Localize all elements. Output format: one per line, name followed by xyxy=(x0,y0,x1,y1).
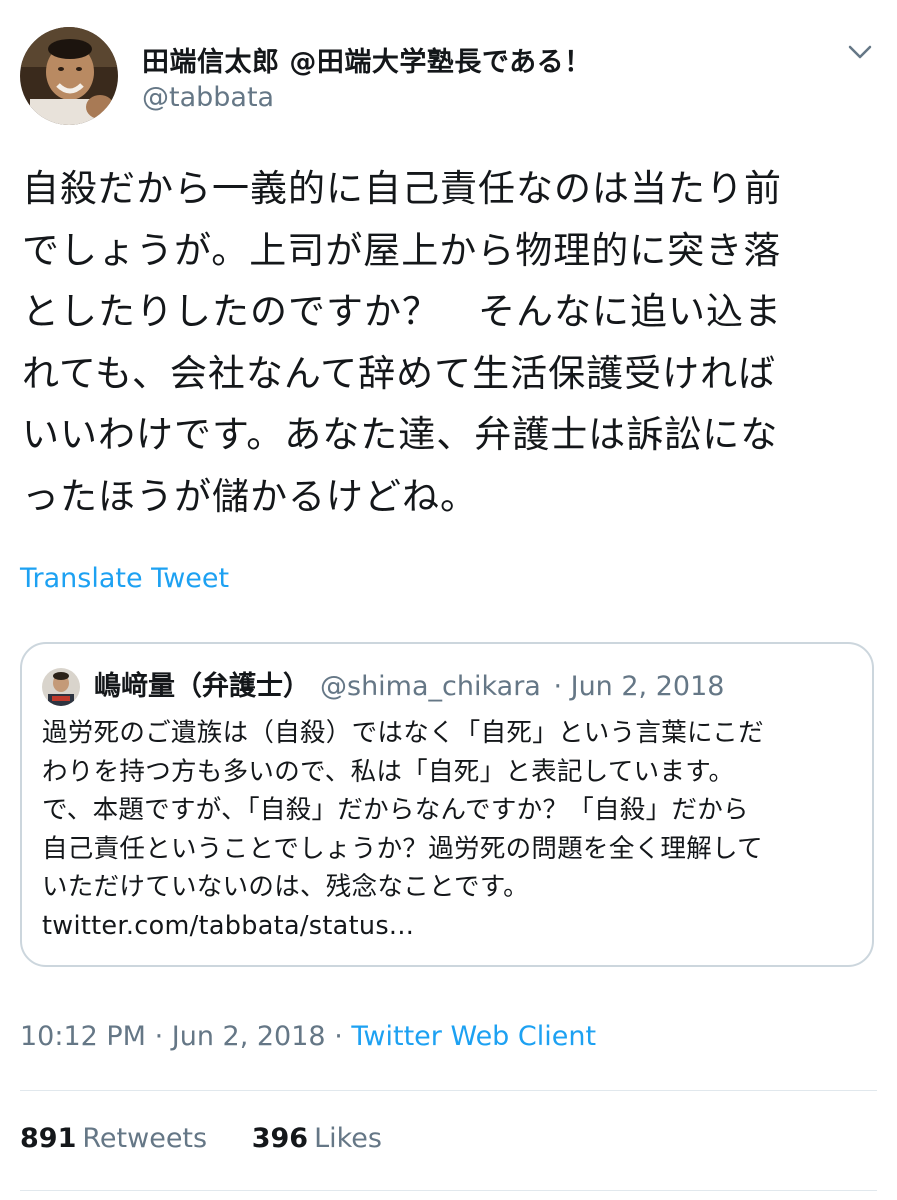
likes-stat[interactable]: 396 Likes xyxy=(252,1123,382,1154)
retweets-count: 891 xyxy=(20,1123,77,1154)
quoted-handle: @shima_chikara xyxy=(320,671,541,702)
retweets-label: Retweets xyxy=(82,1123,208,1154)
author-handle[interactable]: @tabbata xyxy=(142,82,274,113)
tweet-stats: 891 Retweets 396 Likes xyxy=(20,1123,382,1154)
quoted-tweet-text: 過労死のご遺族は（自殺）ではなく「自死」という言葉にこだ わりを持つ方も多いので… xyxy=(42,718,764,941)
divider xyxy=(20,1190,877,1191)
quoted-tweet-card[interactable]: 嶋﨑量（弁護士） @shima_chikara · Jun 2, 2018 過労死… xyxy=(20,642,874,967)
quoted-display-name: 嶋﨑量（弁護士） xyxy=(94,671,310,702)
author-display-name[interactable]: 田端信太郎 @田端大学塾長である！ xyxy=(142,40,592,79)
tweet-text: 自殺だから一義的に自己責任なのは当たり前 でしょうが。上司が屋上から物理的に突き… xyxy=(22,167,782,518)
likes-count: 396 xyxy=(251,1123,309,1154)
retweets-stat[interactable]: 891 Retweets xyxy=(20,1123,207,1154)
divider xyxy=(20,1090,877,1091)
tweet-client-link[interactable]: Twitter Web Client xyxy=(351,1021,596,1052)
tweet-time[interactable]: 10:12 PM xyxy=(20,1021,146,1052)
chevron-down-icon[interactable] xyxy=(847,42,873,62)
translate-tweet-link[interactable]: Translate Tweet xyxy=(20,563,229,594)
meta-separator: · xyxy=(154,1021,164,1052)
author-avatar[interactable] xyxy=(20,27,118,125)
tweet-date[interactable]: Jun 2, 2018 xyxy=(172,1021,326,1052)
quoted-date: · Jun 2, 2018 xyxy=(553,671,725,702)
quoted-author-avatar xyxy=(42,668,80,706)
meta-separator: · xyxy=(334,1021,343,1052)
quoted-header: 嶋﨑量（弁護士） @shima_chikara · Jun 2, 2018 xyxy=(94,668,724,706)
tweet-meta: 10:12 PM · Jun 2, 2018 · Twitter Web Cli… xyxy=(20,1021,596,1052)
likes-label: Likes xyxy=(314,1123,382,1154)
